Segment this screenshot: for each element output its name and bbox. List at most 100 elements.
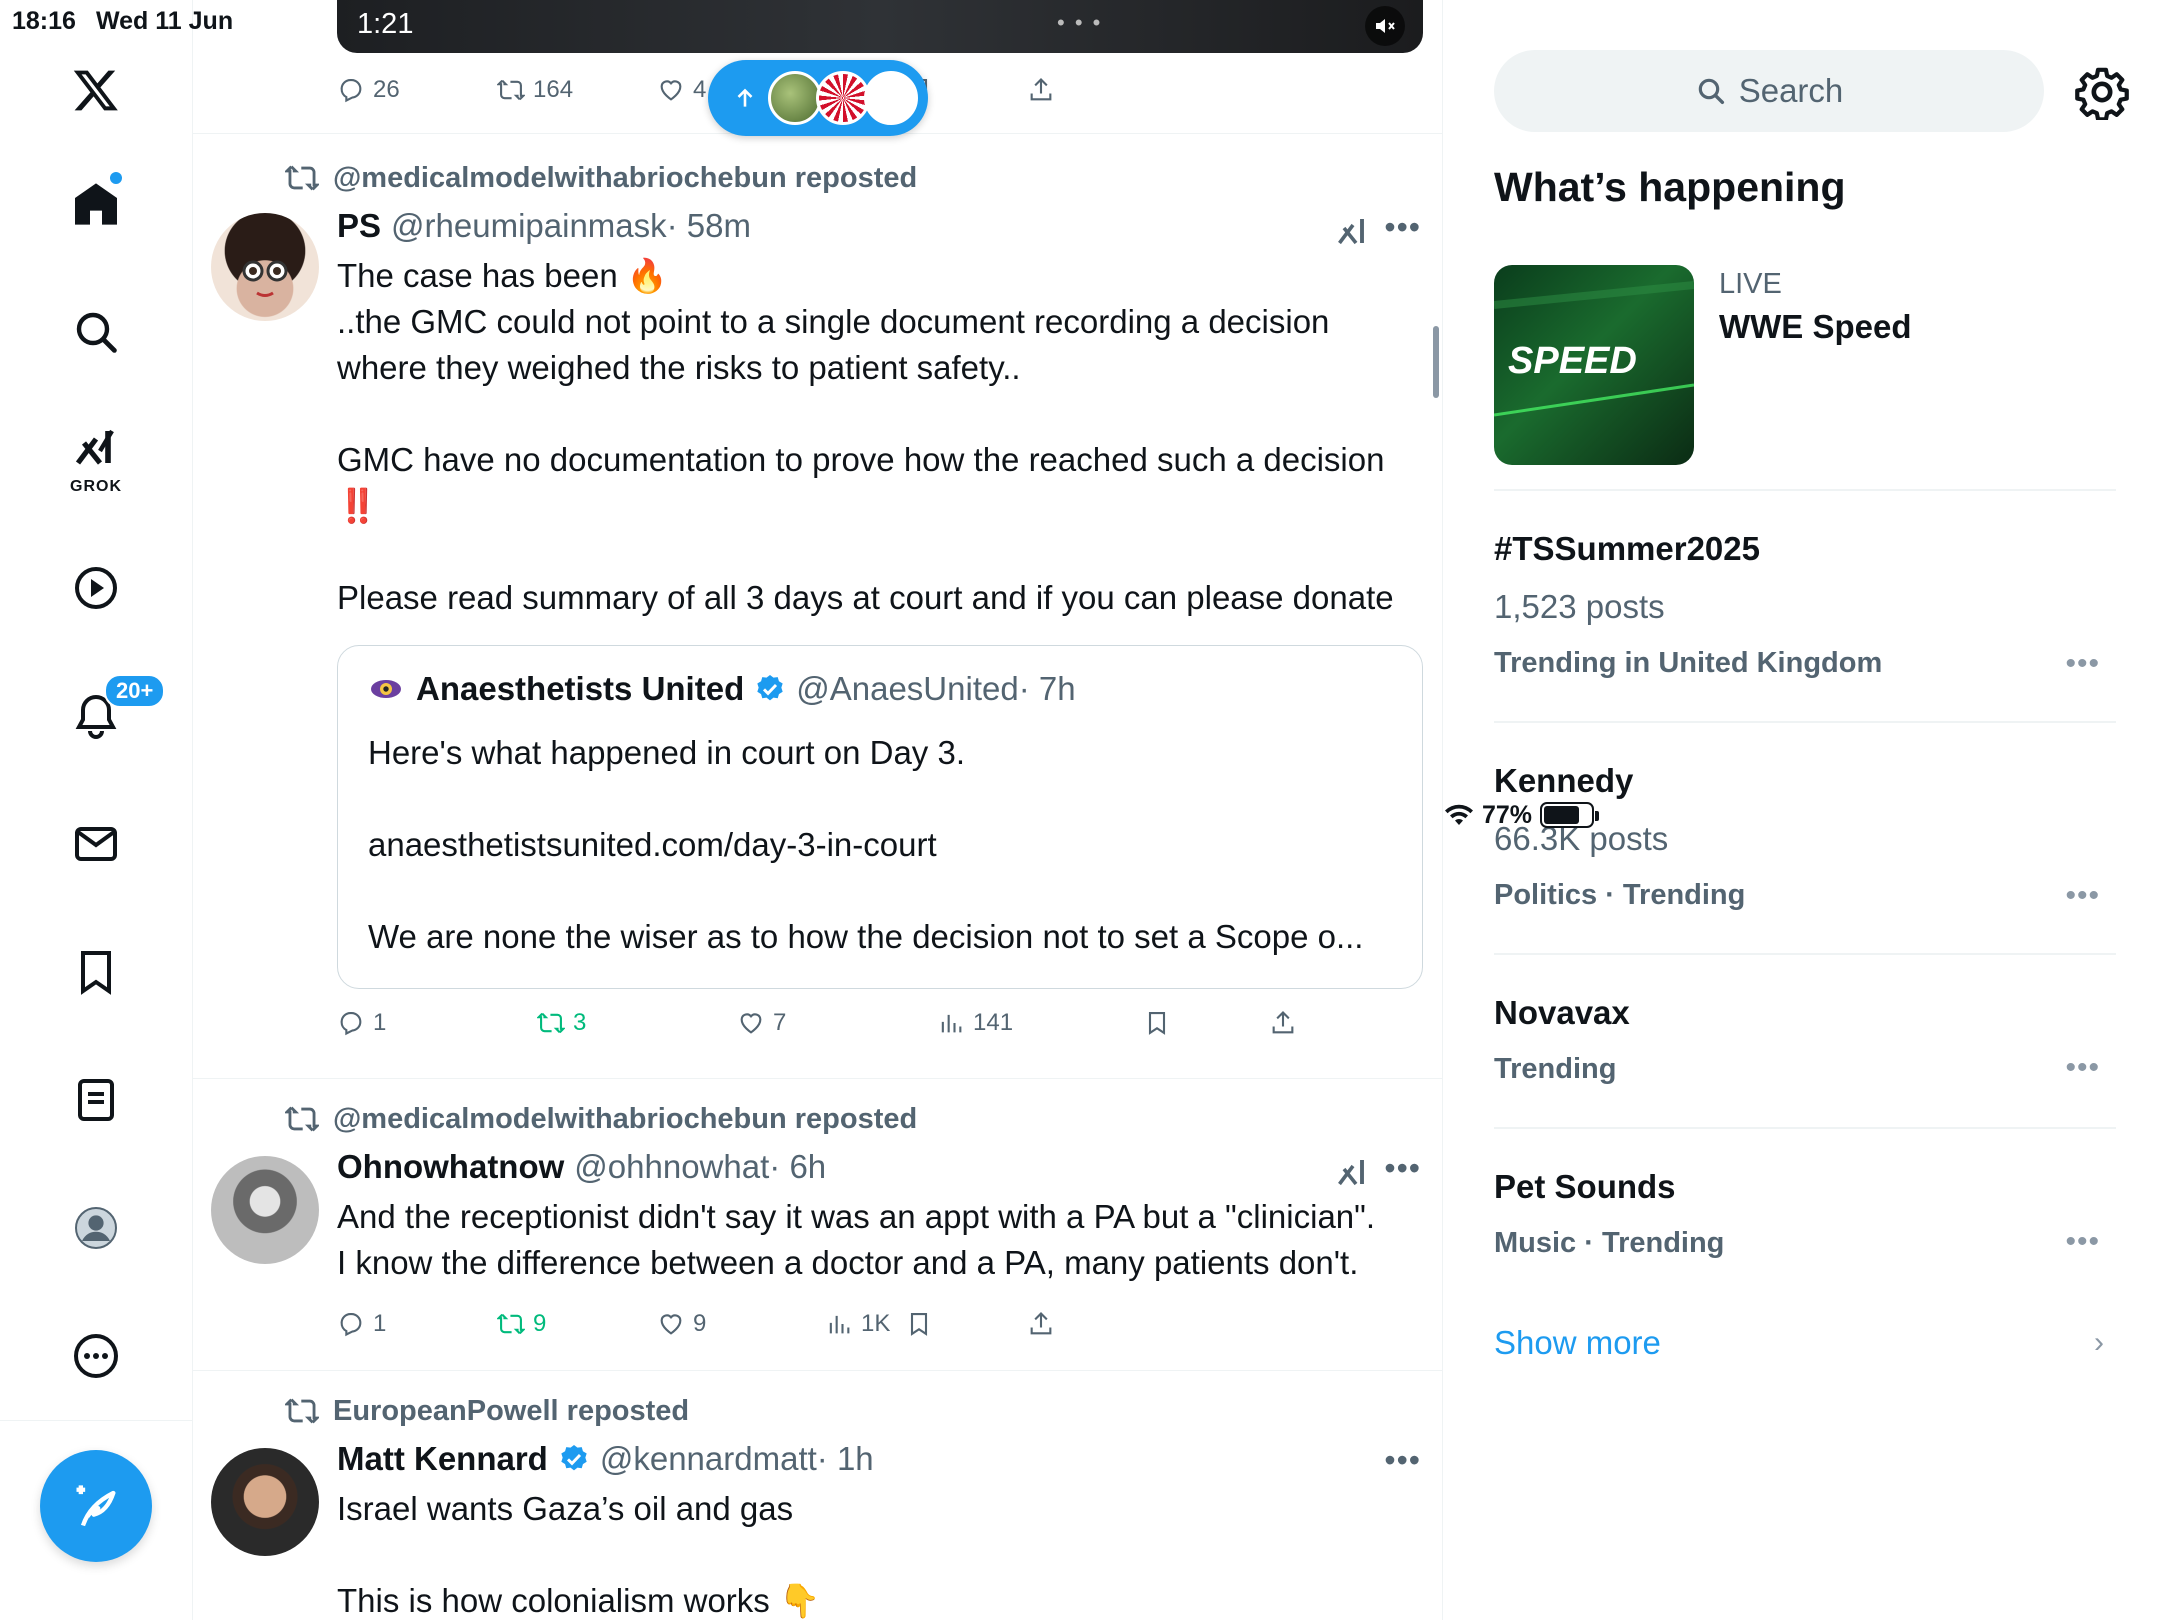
- post-time[interactable]: · 1h: [817, 1440, 874, 1478]
- post-card[interactable]: @medicalmodelwithabriochebun reposted PS…: [193, 133, 1442, 1078]
- repost-icon: [285, 1398, 319, 1424]
- author-avatar[interactable]: [211, 1448, 319, 1556]
- compose-feather-icon: [76, 1485, 116, 1527]
- post-more-icon[interactable]: •••: [1384, 209, 1421, 246]
- bookmark-icon: [910, 1313, 928, 1336]
- reply-icon: [340, 1313, 362, 1337]
- post-card[interactable]: EuropeanPowell reposted Matt Kennard @ke…: [193, 1370, 1442, 1620]
- grok-icon[interactable]: GROK: [60, 420, 132, 495]
- repost-icon: [497, 1313, 525, 1335]
- like-button[interactable]: 7: [737, 1009, 786, 1037]
- post-text: The case has been 🔥 ..the GMC could not …: [337, 257, 1394, 616]
- share-button[interactable]: [1269, 1009, 1297, 1037]
- post-header: PS @rheumipainmask · 58m: [337, 207, 751, 245]
- reply-icon: [340, 1012, 362, 1036]
- new-post-avatar: [864, 71, 918, 125]
- post-header: Matt Kennard @kennardmatt · 1h: [337, 1440, 874, 1478]
- notifications-bell-icon[interactable]: 20+: [60, 674, 166, 752]
- post-time[interactable]: · 6h: [769, 1148, 826, 1186]
- author-name[interactable]: PS: [337, 207, 381, 245]
- x-logo-icon[interactable]: [60, 54, 132, 126]
- quoted-post-text: Here's what happened in court on Day 3. …: [368, 730, 1398, 960]
- video-play-icon[interactable]: [60, 552, 132, 624]
- profile-avatar-icon[interactable]: [60, 1192, 132, 1264]
- timeline-feed[interactable]: 1:21 • • • 26 164 4 @medicalmodelwithabr…: [193, 0, 1443, 1620]
- views-button[interactable]: 1K: [825, 1310, 890, 1338]
- heart-icon: [660, 1314, 682, 1335]
- post-time[interactable]: · 58m: [667, 207, 751, 245]
- quoted-post[interactable]: Anaesthetists United @AnaesUnited · 7h H…: [337, 645, 1423, 989]
- heart-icon: [660, 80, 682, 101]
- new-post-avatar: [768, 71, 822, 125]
- verified-badge-icon: [757, 675, 783, 701]
- lists-icon[interactable]: [60, 1064, 132, 1136]
- home-icon[interactable]: [60, 168, 132, 240]
- bookmark-button[interactable]: [905, 1310, 933, 1338]
- repost-context: EuropeanPowell reposted: [285, 1394, 689, 1428]
- grok-explain-icon[interactable]: [1335, 213, 1371, 249]
- repost-icon: [537, 1012, 565, 1034]
- share-button[interactable]: [1027, 1310, 1055, 1338]
- battery-percent: 77%: [1482, 800, 1533, 829]
- post-actions: 1 9 9 1K: [337, 1310, 1337, 1342]
- repost-icon: [285, 1106, 319, 1132]
- explore-search-icon[interactable]: [60, 296, 132, 368]
- nav-divider: [0, 1420, 192, 1421]
- messages-envelope-icon[interactable]: [60, 808, 132, 880]
- author-name[interactable]: Ohnowhatnow: [337, 1148, 564, 1186]
- reply-button[interactable]: 1: [337, 1009, 386, 1037]
- post-more-icon[interactable]: •••: [1384, 1442, 1421, 1479]
- grok-explain-icon[interactable]: [1335, 1154, 1371, 1190]
- repost-button[interactable]: 3: [537, 1009, 586, 1037]
- verified-badge-icon: [561, 1445, 587, 1471]
- wifi-icon: [1445, 804, 1473, 825]
- reply-button[interactable]: 1: [337, 1310, 386, 1338]
- repost-icon: [285, 165, 319, 191]
- quoted-link[interactable]: anaesthetistsunited.com/day-3-in-court: [368, 822, 1398, 868]
- post-more-icon[interactable]: •••: [1384, 1150, 1421, 1187]
- heart-icon: [740, 1013, 762, 1034]
- post-text: And the receptionist didn't say it was a…: [337, 1198, 1376, 1281]
- quoted-author-handle: @AnaesUnited: [796, 670, 1019, 707]
- status-bar: 18:16 Wed 11 Jun 77%: [0, 0, 2160, 829]
- views-chart-icon: [829, 1315, 850, 1334]
- more-options-icon[interactable]: [60, 1320, 132, 1392]
- like-button[interactable]: 9: [657, 1310, 706, 1338]
- author-avatar[interactable]: [211, 1156, 319, 1264]
- quoted-author-name: Anaesthetists United: [416, 670, 745, 707]
- arrow-up-icon: [737, 88, 753, 107]
- reply-button[interactable]: 26: [337, 76, 400, 104]
- post-card[interactable]: @medicalmodelwithabriochebun reposted Oh…: [193, 1078, 1442, 1370]
- bookmark-icon: [1148, 1012, 1166, 1035]
- reply-icon: [340, 79, 362, 103]
- author-handle[interactable]: @ohhnowhat: [574, 1148, 769, 1186]
- post-text: Israel wants Gaza’s oil and gas This is …: [337, 1490, 821, 1619]
- status-right: 77%: [1444, 5, 2160, 1620]
- repost-button[interactable]: 9: [497, 1310, 546, 1338]
- new-posts-pill[interactable]: [708, 60, 928, 136]
- author-name[interactable]: Matt Kennard: [337, 1440, 548, 1478]
- views-button[interactable]: 141: [937, 1009, 1013, 1037]
- repost-button[interactable]: 164: [497, 76, 573, 104]
- author-avatar[interactable]: [211, 213, 319, 321]
- share-icon: [1030, 78, 1052, 101]
- author-handle[interactable]: @kennardmatt: [600, 1440, 817, 1478]
- share-icon: [1030, 1312, 1052, 1335]
- like-button[interactable]: 4: [657, 76, 706, 104]
- bookmark-button[interactable]: [1143, 1009, 1171, 1037]
- repost-context: @medicalmodelwithabriochebun reposted: [285, 161, 917, 195]
- bookmarks-icon[interactable]: [60, 936, 132, 1008]
- repost-icon: [497, 79, 525, 101]
- battery-icon: [1540, 802, 1600, 828]
- post-header: Ohnowhatnow @ohhnowhat · 6h: [337, 1148, 826, 1186]
- author-handle[interactable]: @rheumipainmask: [391, 207, 667, 245]
- quoted-post-header: Anaesthetists United @AnaesUnited · 7h: [368, 670, 1076, 708]
- share-icon: [1272, 1011, 1294, 1034]
- share-button[interactable]: [1027, 76, 1055, 104]
- post-actions: 1 3 7 141: [337, 1009, 1337, 1041]
- views-chart-icon: [941, 1014, 962, 1033]
- home-unread-dot: [110, 172, 122, 184]
- compose-post-button[interactable]: [40, 1450, 152, 1562]
- notifications-badge: 20+: [104, 674, 166, 708]
- feed-scrollbar[interactable]: [1433, 326, 1439, 398]
